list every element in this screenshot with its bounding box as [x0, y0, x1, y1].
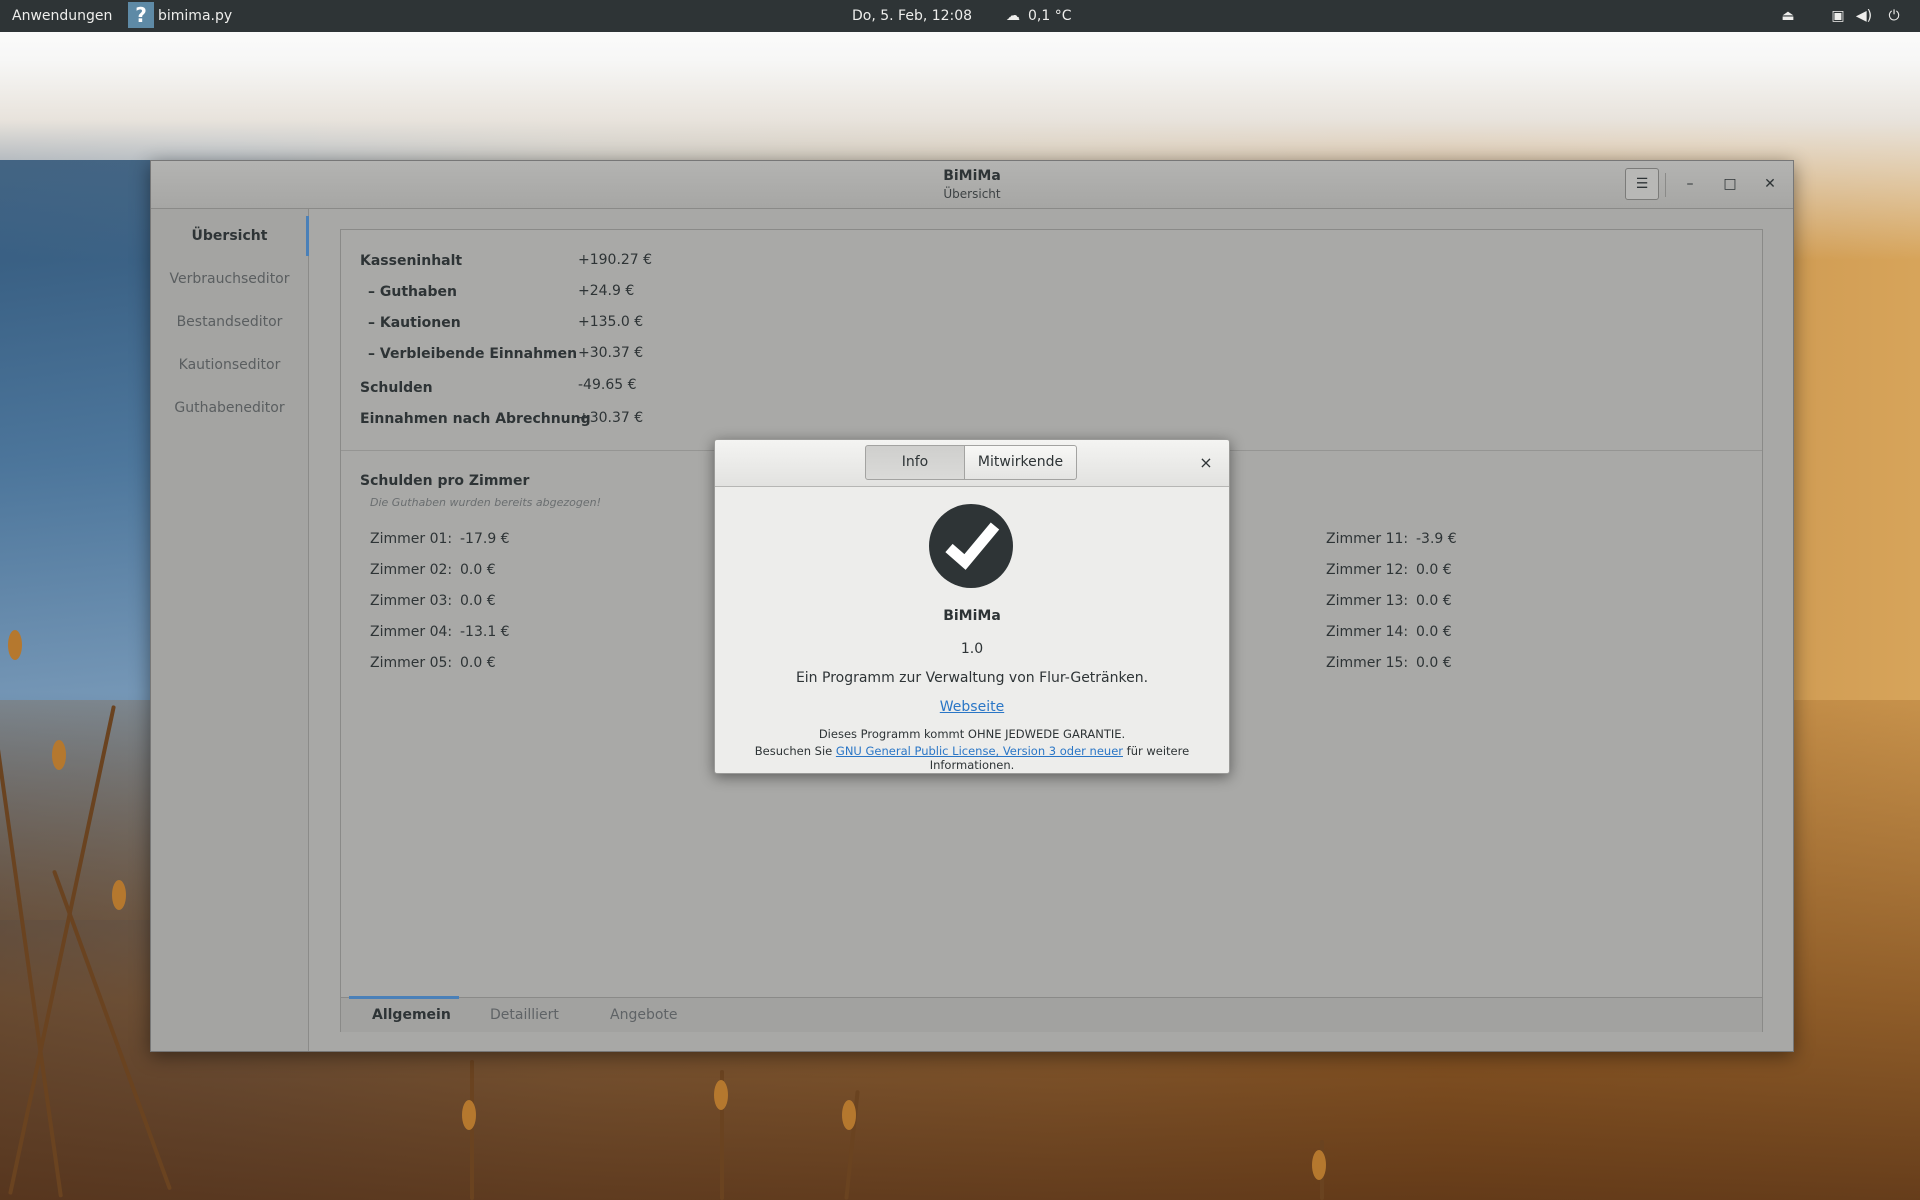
room-label: Zimmer 04:: [370, 624, 453, 640]
rooms-heading: Schulden pro Zimmer: [360, 473, 530, 489]
room-label: Zimmer 11:: [1326, 531, 1409, 547]
room-label: Zimmer 14:: [1326, 624, 1409, 640]
tab-allgemein[interactable]: Allgemein: [372, 998, 451, 1032]
tab-mitwirkende[interactable]: Mitwirkende: [964, 445, 1077, 480]
summary-label: Schulden: [360, 380, 433, 396]
room-value: -17.9 €: [460, 531, 510, 547]
sidebar-item-label: Kautionseditor: [178, 357, 281, 373]
room-label: Zimmer 03:: [370, 593, 453, 609]
app-icon[interactable]: ?: [128, 2, 154, 28]
power-icon[interactable]: ⏻: [1884, 6, 1904, 26]
sidebar-item-bestandseditor[interactable]: Bestandseditor: [151, 302, 308, 342]
sidebar-item-label: Guthabeneditor: [174, 400, 285, 416]
about-version: 1.0: [960, 641, 984, 657]
room-value: 0.0 €: [460, 562, 496, 578]
room-value: 0.0 €: [1416, 593, 1452, 609]
about-warranty: Dieses Programm kommt OHNE JEDWEDE GARAN…: [818, 727, 1126, 741]
room-label: Zimmer 05:: [370, 655, 453, 671]
summary-label: Einnahmen nach Abrechnung: [360, 411, 591, 427]
license-prefix: Besuchen Sie: [754, 744, 833, 758]
sidebar-item-label: Verbrauchseditor: [169, 271, 290, 287]
room-value: -3.9 €: [1416, 531, 1457, 547]
sidebar-item-guthabeneditor[interactable]: Guthabeneditor: [151, 388, 308, 428]
dialog-close-icon[interactable]: ×: [1191, 448, 1221, 478]
app-logo-checkmark-icon: [929, 504, 1013, 588]
rooms-note: Die Guthaben wurden bereits abgezogen!: [370, 496, 601, 509]
sidebar-item-uebersicht[interactable]: Übersicht: [151, 216, 309, 256]
sidebar-item-label: Bestandseditor: [176, 314, 283, 330]
volume-icon[interactable]: ◀): [1854, 6, 1874, 26]
window-title: BiMiMa: [943, 168, 1001, 184]
summary-value: +30.37 €: [578, 410, 644, 426]
tab-info[interactable]: Info: [865, 445, 965, 480]
about-dialog: Info Mitwirkende × BiMiMa 1.0 Ein Progra…: [714, 439, 1230, 774]
summary-value: +24.9 €: [578, 283, 635, 299]
app-icon-glyph: ?: [135, 3, 147, 27]
summary-value: +190.27 €: [578, 252, 653, 268]
about-dialog-header[interactable]: Info Mitwirkende ×: [715, 440, 1229, 487]
close-icon[interactable]: ✕: [1754, 168, 1786, 200]
top-bar: Anwendungen ? bimima.py Do, 5. Feb, 12:0…: [0, 0, 1920, 32]
window-titlebar[interactable]: BiMiMa Übersicht ☰ – □ ✕: [151, 161, 1793, 209]
menu-icon[interactable]: ☰: [1625, 168, 1659, 200]
weather-temperature[interactable]: 0,1 °C: [1028, 0, 1072, 32]
clock[interactable]: Do, 5. Feb, 12:08: [852, 0, 972, 32]
sidebar-item-kautionseditor[interactable]: Kautionseditor: [151, 345, 308, 385]
summary-value: +30.37 €: [578, 345, 644, 361]
room-value: 0.0 €: [460, 593, 496, 609]
summary-label: – Verbleibende Einnahmen: [368, 346, 578, 362]
about-description: Ein Programm zur Verwaltung von Flur-Get…: [795, 670, 1149, 686]
website-link[interactable]: Webseite: [940, 699, 1004, 715]
sidebar-item-label: Übersicht: [191, 228, 268, 244]
sidebar: Übersicht Verbrauchseditor Bestandsedito…: [151, 209, 309, 1051]
room-value: 0.0 €: [1416, 655, 1452, 671]
about-program-name: BiMiMa: [943, 608, 1001, 624]
weather-icon: ☁: [1006, 8, 1020, 24]
room-label: Zimmer 01:: [370, 531, 453, 547]
view-tabbar: Allgemein Detailliert Angebote: [341, 996, 1762, 1032]
room-label: Zimmer 13:: [1326, 593, 1409, 609]
app-menu[interactable]: bimima.py: [158, 0, 232, 32]
titlebar-separator: [1665, 173, 1666, 197]
eject-icon[interactable]: ⏏: [1778, 6, 1798, 26]
activities-menu[interactable]: Anwendungen: [12, 0, 112, 32]
summary-value: -49.65 €: [578, 377, 637, 393]
room-value: 0.0 €: [1416, 562, 1452, 578]
room-label: Zimmer 02:: [370, 562, 453, 578]
sidebar-active-marker: [306, 216, 309, 256]
license-link[interactable]: GNU General Public License, Version 3 od…: [836, 744, 1123, 758]
room-value: 0.0 €: [460, 655, 496, 671]
room-value: 0.0 €: [1416, 624, 1452, 640]
minimize-icon[interactable]: –: [1674, 168, 1706, 200]
maximize-icon[interactable]: □: [1714, 168, 1746, 200]
tab-angebote[interactable]: Angebote: [610, 998, 678, 1032]
room-value: -13.1 €: [460, 624, 510, 640]
summary-value: +135.0 €: [578, 314, 644, 330]
sidebar-item-verbrauchseditor[interactable]: Verbrauchseditor: [151, 259, 308, 299]
room-label: Zimmer 12:: [1326, 562, 1409, 578]
room-label: Zimmer 15:: [1326, 655, 1409, 671]
about-license-line: Besuchen Sie GNU General Public License,…: [715, 744, 1229, 772]
summary-label: Kasseninhalt: [360, 253, 463, 269]
window-subtitle: Übersicht: [943, 187, 1001, 201]
summary-label: – Guthaben: [368, 284, 457, 300]
network-wired-icon[interactable]: ▣: [1828, 6, 1848, 26]
tab-detailliert[interactable]: Detailliert: [490, 998, 559, 1032]
summary-label: – Kautionen: [368, 315, 461, 331]
